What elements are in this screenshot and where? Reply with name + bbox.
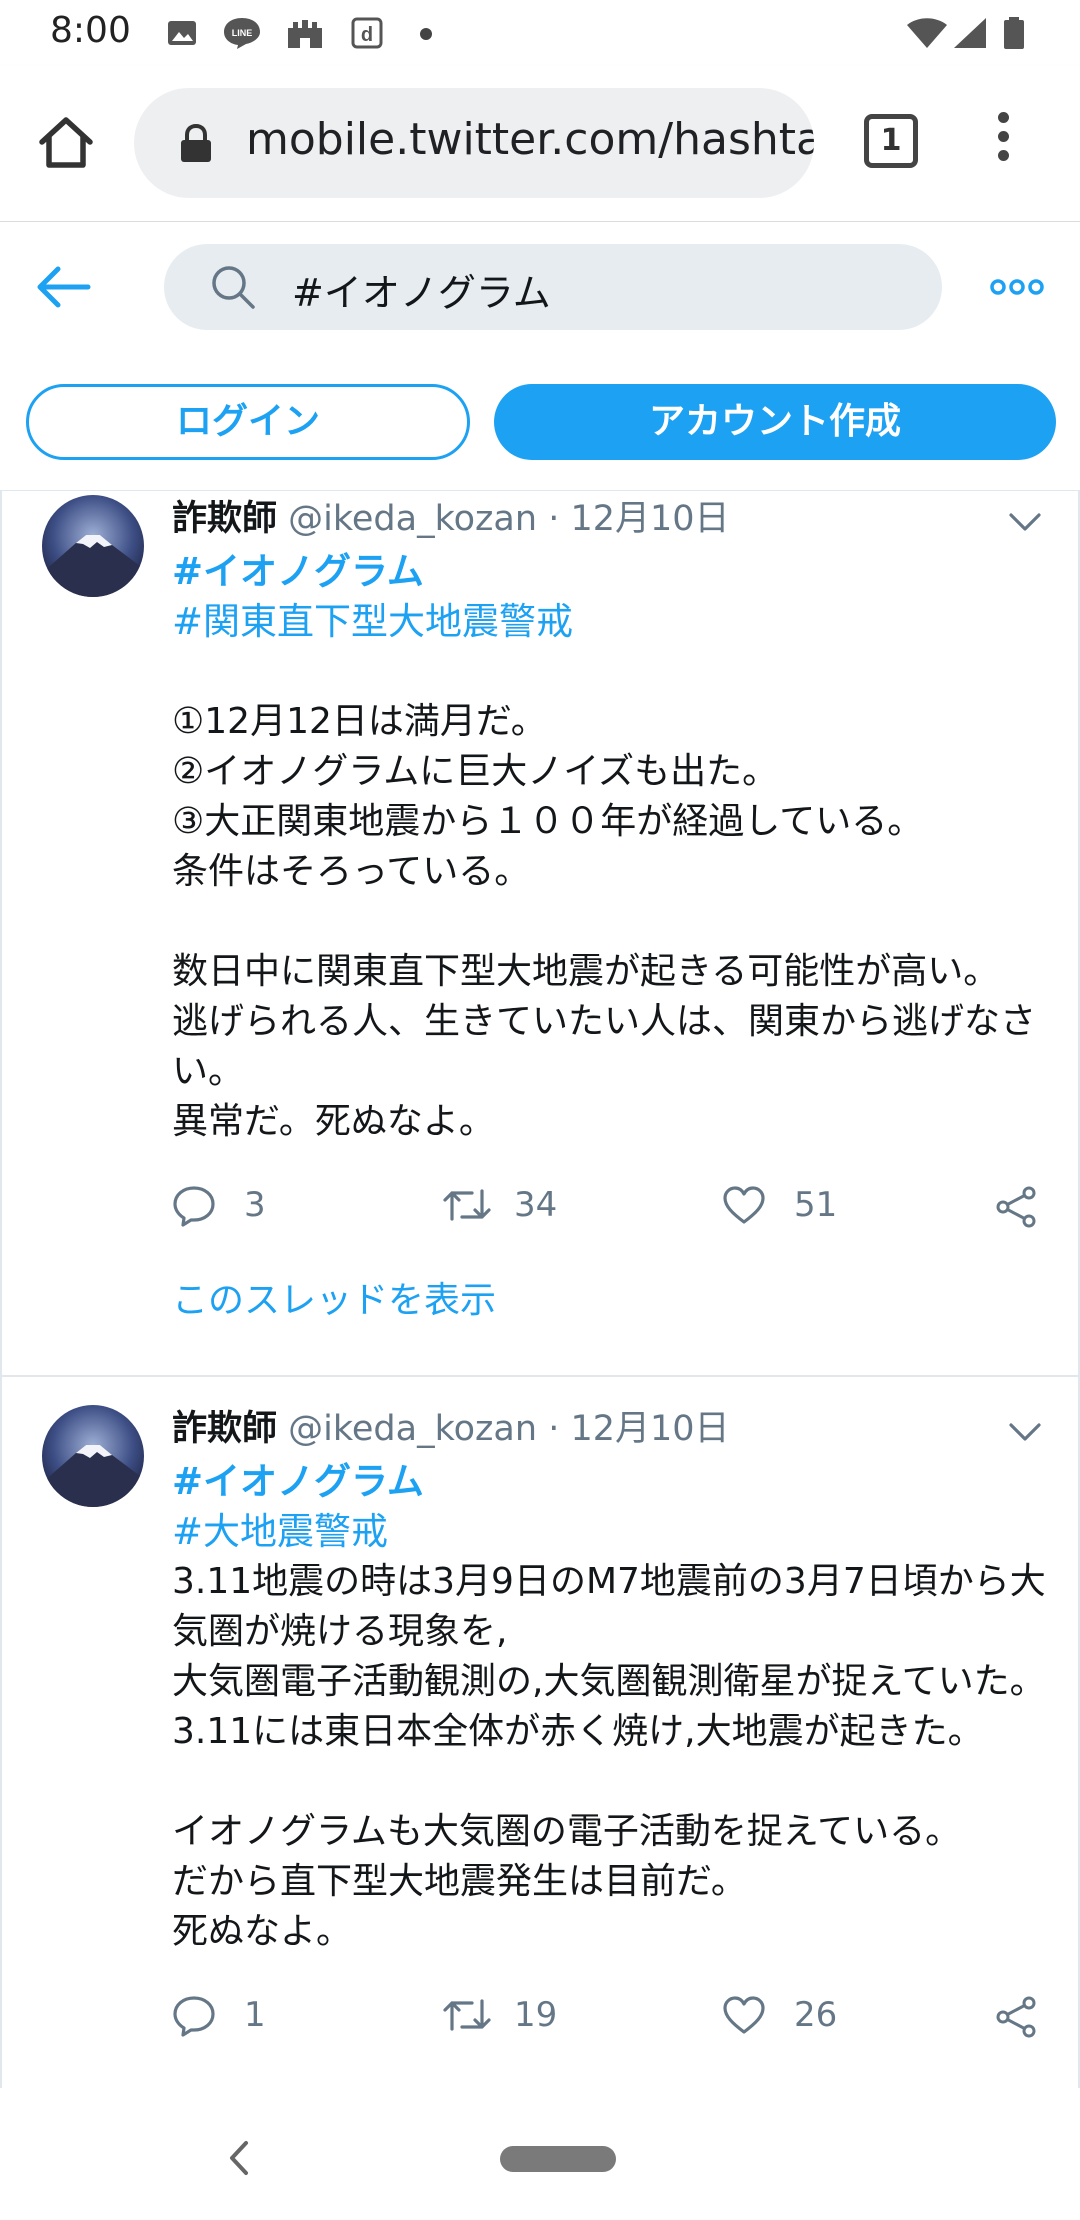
show-thread-link[interactable]: このスレッドを表示 xyxy=(172,1271,1052,1323)
chevron-down-icon[interactable] xyxy=(1008,511,1042,533)
search-input[interactable]: #イオノグラム xyxy=(164,244,942,330)
chevron-down-icon[interactable] xyxy=(1008,1421,1042,1443)
author-handle[interactable]: @ikeda_kozan xyxy=(288,1409,537,1449)
login-button[interactable]: ログイン xyxy=(26,384,470,460)
share-icon xyxy=(996,1996,1036,2038)
timeline[interactable]: 詐欺師 @ikeda_kozan · 12月10日 #イオノグラム #関東直下型… xyxy=(0,490,1080,2088)
browser-menu-icon[interactable] xyxy=(988,106,1018,176)
status-bar: 8:00 LINE d xyxy=(0,0,1080,66)
retweet-count: 34 xyxy=(514,1185,558,1225)
retweet-count: 19 xyxy=(514,1995,558,2035)
svg-text:LINE: LINE xyxy=(232,28,253,38)
lock-icon xyxy=(181,124,211,162)
system-navigation-bar xyxy=(0,2090,1080,2220)
hashtag-link[interactable]: #イオノグラム xyxy=(172,1457,1052,1507)
home-icon[interactable] xyxy=(36,112,96,172)
url-text: mobile.twitter.com/hashtag xyxy=(246,114,814,165)
back-arrow-icon[interactable] xyxy=(36,262,92,312)
tweet-actions: 3 34 51 xyxy=(172,1175,1052,1235)
like-count: 26 xyxy=(794,1995,838,2035)
heart-icon xyxy=(723,1186,765,1224)
author-name[interactable]: 詐欺師 xyxy=(172,499,277,539)
author-handle[interactable]: @ikeda_kozan xyxy=(288,499,537,539)
tweet-text: 3.11地震の時は3月9日のM7地震前の3月7日頃から大気圏が焼ける現象を, 大… xyxy=(172,1561,1046,1952)
battery-icon xyxy=(1004,17,1024,49)
castle-icon xyxy=(288,20,322,48)
line-icon: LINE xyxy=(224,18,260,49)
nav-back-icon[interactable] xyxy=(228,2140,250,2176)
image-icon xyxy=(168,21,196,45)
create-account-button[interactable]: アカウント作成 xyxy=(494,384,1056,460)
heart-icon xyxy=(723,1996,765,2034)
retweet-icon xyxy=(443,1189,491,1221)
wifi-icon xyxy=(907,18,947,48)
more-options-icon[interactable] xyxy=(990,272,1044,302)
meta-separator: · xyxy=(548,1409,560,1449)
meta-separator: · xyxy=(548,499,560,539)
hashtag-link[interactable]: #大地震警戒 xyxy=(172,1507,1052,1557)
search-icon xyxy=(212,266,255,309)
search-query: #イオノグラム xyxy=(292,271,551,315)
tweet-text: ①12月12日は満月だ。 ②イオノグラムに巨大ノイズも出た。 ③大正関東地震から… xyxy=(172,701,1037,1142)
signal-icon xyxy=(954,18,986,48)
avatar[interactable] xyxy=(42,495,144,597)
reply-count: 3 xyxy=(244,1185,266,1225)
author-name[interactable]: 詐欺師 xyxy=(172,1409,277,1449)
hashtag-link[interactable]: #関東直下型大地震警戒 xyxy=(172,597,1052,647)
tweet-actions: 1 19 26 xyxy=(172,1985,1052,2045)
dot-icon xyxy=(420,28,432,40)
svg-text:d: d xyxy=(361,24,373,46)
d-icon: d xyxy=(351,17,383,49)
share-icon xyxy=(996,1186,1036,1228)
hashtag-link[interactable]: #イオノグラム xyxy=(172,547,1052,597)
status-time: 8:00 xyxy=(50,10,131,51)
reply-count: 1 xyxy=(244,1995,266,2035)
nav-home-pill[interactable] xyxy=(500,2146,616,2172)
tweet-date[interactable]: 12月10日 xyxy=(570,1409,729,1449)
tab-switcher-button[interactable]: 1 xyxy=(864,114,918,168)
reply-icon xyxy=(173,1996,215,2037)
reply-icon xyxy=(173,1186,215,1227)
address-bar[interactable]: mobile.twitter.com/hashtag xyxy=(134,88,814,198)
tweet-date[interactable]: 12月10日 xyxy=(570,499,729,539)
avatar[interactable] xyxy=(42,1405,144,1507)
twitter-header: #イオノグラム xyxy=(0,222,1080,352)
tweet[interactable]: 詐欺師 @ikeda_kozan · 12月10日 #イオノグラム #関東直下型… xyxy=(2,491,1078,1377)
like-count: 51 xyxy=(794,1185,838,1225)
retweet-icon xyxy=(443,1999,491,2031)
browser-toolbar: mobile.twitter.com/hashtag 1 xyxy=(0,66,1080,222)
tweet[interactable]: 詐欺師 @ikeda_kozan · 12月10日 #イオノグラム #大地震警戒… xyxy=(2,1379,1078,2088)
